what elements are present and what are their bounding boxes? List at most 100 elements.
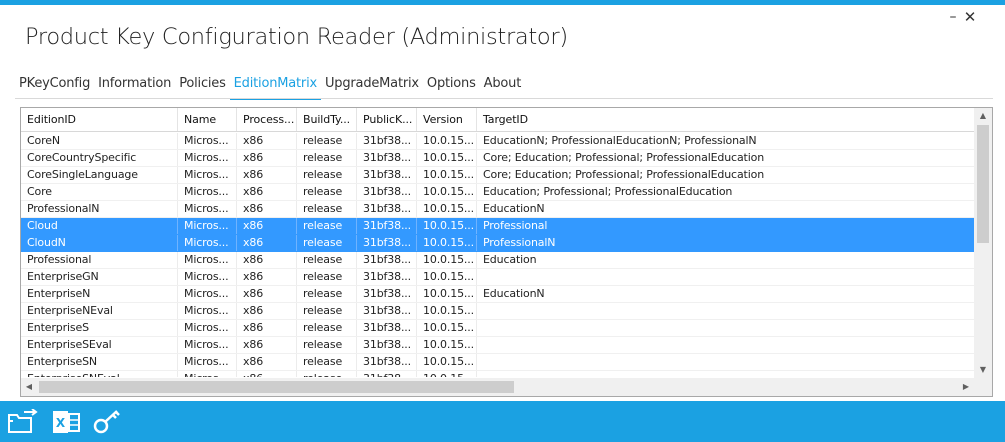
column-header-version[interactable]: Version [417,108,477,131]
table-cell: release [297,167,357,183]
horizontal-scrollbar[interactable]: ◀ ▶ [21,378,974,396]
table-cell: release [297,286,357,302]
table-cell: ProfessionalN [483,236,556,249]
column-header-editionid[interactable]: EditionID [21,108,178,131]
table-row[interactable]: EnterpriseSNEvalMicros...x86release31bf3… [21,371,974,377]
scroll-left-icon[interactable]: ◀ [21,378,37,396]
column-header-targetid[interactable]: TargetID [477,108,974,131]
table-cell: release [297,218,357,234]
table-cell: release [297,320,357,336]
tab-information[interactable]: Information [94,74,175,100]
table-row[interactable]: Core Micros... x86 release 31bf38... 10.0.15.… [21,184,974,201]
table-row[interactable]: EnterpriseSN Micros... x86 release 31bf38...… [21,354,974,371]
tab-upgradematrix[interactable]: UpgradeMatrix [321,74,423,100]
table-cell: 31bf38... [357,303,417,319]
table-cell: ProfessionalN [21,201,178,217]
table-row[interactable]: CoreN Micros... x86 release 31bf38... 10.0.15… [21,133,974,150]
grid-rows: CoreN Micros... x86 release 31bf38... 10.0.15… [21,133,974,377]
scroll-right-icon[interactable]: ▶ [958,378,974,396]
table-cell: Professional [21,252,178,268]
table-cell: release [297,252,357,268]
table-cell: 10.0.15... [417,184,477,200]
table-cell: 31bf38... [357,235,417,251]
scroll-up-icon[interactable]: ▲ [974,108,992,124]
table-cell: 10.0.15... [417,320,477,336]
table-cell: Micros... [178,167,237,183]
table-cell: x86 [237,337,297,353]
column-header-publickey[interactable]: PublicK... [357,108,417,131]
table-cell: release [297,303,357,319]
close-button[interactable]: ✕ [960,8,980,26]
horizontal-scroll-thumb[interactable] [39,381,514,393]
column-header-name[interactable]: Name [178,108,237,131]
table-cell: 10.0.15... [417,167,477,183]
table-cell: Micros... [178,252,237,268]
table-cell: Micros... [178,320,237,336]
table-cell: Micros... [178,184,237,200]
table-cell: Professional [483,219,548,232]
table-cell: EnterpriseN [21,286,178,302]
svg-text:X: X [56,416,66,430]
scroll-down-icon[interactable]: ▼ [974,362,992,378]
table-row[interactable]: EnterpriseNEval Micros... x86 release 31bf38… [21,303,974,320]
table-cell: Education; Professional; ProfessionalEdu… [483,185,733,198]
table-cell [477,371,974,377]
table-cell: EnterpriseSN [21,354,178,370]
table-cell: 31bf38... [357,167,417,183]
table-cell: CloudN [21,235,178,251]
grid-header: EditionID Name Process... BuildTy... Pub… [21,108,974,132]
tab-divider [15,98,993,99]
tab-options[interactable]: Options [423,74,480,100]
table-cell: x86 [237,252,297,268]
column-header-buildtype[interactable]: BuildTy... [297,108,357,131]
table-cell: 31bf38... [357,354,417,370]
table-cell: 10.0.15... [417,269,477,285]
table-cell [477,354,974,370]
table-row[interactable]: ProfessionalN Micros... x86 release 31bf38..… [21,201,974,218]
tab-editionmatrix[interactable]: EditionMatrix [229,74,321,100]
table-row[interactable]: EnterpriseN Micros... x86 release 31bf38... 1… [21,286,974,303]
table-row[interactable]: CoreCountrySpecific Micros... x86 release 31… [21,150,974,167]
table-cell: 31bf38... [357,337,417,353]
table-row[interactable]: EnterpriseS Micros... x86 release 31bf38... 1… [21,320,974,337]
table-row[interactable]: CoreSingleLanguage Micros... x86 release 31b… [21,167,974,184]
table-cell: release [297,184,357,200]
vertical-scrollbar[interactable]: ▲ ▼ [974,108,992,378]
table-row[interactable]: Cloud Micros... x86 release 31bf38... 10.0.15… [21,218,974,235]
table-cell: Core; Education; Professional; Professio… [483,151,765,164]
top-accent-bar [0,0,1005,5]
table-cell: release [297,269,357,285]
excel-export-icon[interactable]: X [52,409,82,435]
tab-about[interactable]: About [480,74,525,100]
column-header-processor[interactable]: Process... [237,108,297,131]
vertical-scroll-thumb[interactable] [977,125,989,243]
table-row[interactable]: CloudN Micros... x86 release 31bf38... 10.0.1… [21,235,974,252]
table-row[interactable]: EnterpriseGN Micros... x86 release 31bf38...… [21,269,974,286]
table-cell: release [297,201,357,217]
table-cell: release [297,235,357,251]
table-cell [477,269,974,285]
table-cell: EnterpriseSEval [21,337,178,353]
table-cell: Core [21,184,178,200]
table-cell: 10.0.15... [417,337,477,353]
tab-policies[interactable]: Policies [175,74,229,100]
table-cell: Micros... [178,286,237,302]
table-cell: x86 [237,150,297,166]
table-cell: x86 [237,354,297,370]
table-cell [477,337,974,353]
table-cell: 31bf38... [357,252,417,268]
table-cell: x86 [237,303,297,319]
edition-matrix-grid[interactable]: EditionID Name Process... BuildTy... Pub… [20,107,993,397]
table-row[interactable]: EnterpriseSEval Micros... x86 release 31bf38… [21,337,974,354]
table-cell: Micros... [178,371,237,377]
table-cell: Micros... [178,235,237,251]
table-cell: 10.0.15... [417,354,477,370]
table-cell: x86 [237,218,297,234]
table-row[interactable]: Professional Micros... x86 release 31bf38...… [21,252,974,269]
key-icon[interactable] [92,409,122,435]
tab-pkeyconfig[interactable]: PKeyConfig [15,74,94,100]
table-cell: 10.0.15... [417,235,477,251]
table-cell: Micros... [178,337,237,353]
table-cell: EducationN [483,287,545,300]
open-folder-icon[interactable] [8,408,38,435]
